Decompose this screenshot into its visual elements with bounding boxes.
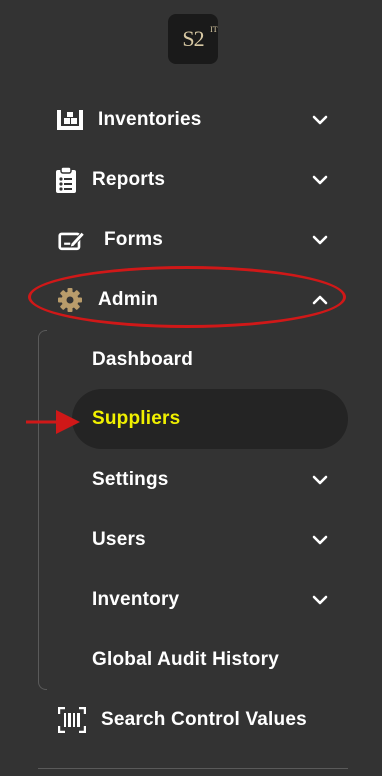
nav-label: Inventories [98,109,202,130]
edit-form-icon [58,226,86,254]
nav-label: Search Control Values [101,709,307,730]
chevron-down-icon[interactable] [308,588,332,612]
chevron-down-icon[interactable] [308,108,332,132]
chevron-down-icon[interactable] [308,468,332,492]
subnav-item-inventory[interactable]: Inventory [0,570,382,630]
annotation-arrow-icon [26,410,80,434]
warehouse-icon [56,106,84,134]
subnav-label: Suppliers [92,408,181,429]
subnav-item-global-audit-history[interactable]: Global Audit History [0,630,382,690]
nav-item-inventories[interactable]: Inventories [0,90,382,150]
subnav-item-dashboard[interactable]: Dashboard [0,330,382,390]
subnav-label: Dashboard [92,349,194,370]
nav-item-search-control-values[interactable]: Search Control Values [0,690,382,750]
chevron-down-icon[interactable] [308,228,332,252]
subnav-label: Inventory [92,589,180,610]
nav-label: Forms [104,229,164,250]
nav-item-reports[interactable]: Reports [0,150,382,210]
logo-mark: S2 [182,26,204,51]
subnav-item-settings[interactable]: Settings [0,450,382,510]
app-logo[interactable]: S2 IT [168,14,218,64]
nav-item-forms[interactable]: Forms [0,210,382,270]
barcode-scan-icon [58,706,86,734]
subnav-label: Users [92,529,146,550]
divider [38,768,348,769]
nav-label: Reports [92,169,166,190]
logo-sub: IT [210,25,218,34]
clipboard-list-icon [52,166,80,194]
chevron-down-icon[interactable] [308,528,332,552]
subnav-item-users[interactable]: Users [0,510,382,570]
logo-text: S2 IT [182,26,217,51]
annotation-ellipse [28,266,346,328]
subnav-label: Settings [92,469,169,490]
subnav-label: Global Audit History [92,649,279,670]
chevron-down-icon[interactable] [308,168,332,192]
